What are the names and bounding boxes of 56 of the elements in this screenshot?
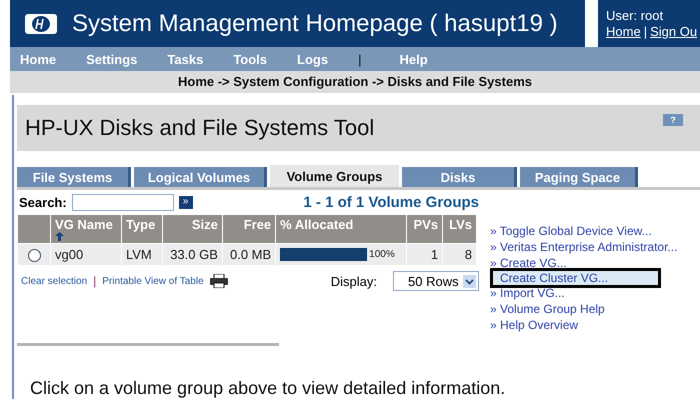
info-text: Click on a volume group above to view detailed information.	[29, 378, 506, 399]
help-button[interactable]: ?	[663, 114, 683, 126]
page-title: HP-UX Disks and File Systems Tool	[25, 115, 374, 141]
search-field[interactable]	[72, 194, 174, 210]
action-link[interactable]: Create Cluster VG...	[490, 268, 661, 288]
column-header[interactable]: PVs	[407, 215, 442, 243]
user-label: User: root	[606, 8, 664, 23]
search-label: Search:	[19, 194, 67, 210]
table-cell: vg00	[51, 244, 121, 266]
percent-label: 100%	[369, 249, 395, 260]
column-header[interactable]: LVs	[443, 215, 476, 243]
link-separator: |	[644, 24, 648, 39]
action-link[interactable]: » Help Overview	[490, 317, 678, 333]
table-cell: 33.0 GB	[162, 244, 222, 266]
tab[interactable]: Disks	[402, 167, 517, 187]
header-cell	[18, 215, 50, 243]
sign-out-link[interactable]: Sign Ou	[650, 24, 698, 39]
action-link[interactable]: » Toggle Global Device View...	[490, 223, 678, 239]
tab[interactable]: File Systems	[17, 167, 131, 187]
action-link[interactable]: » Create VG...	[490, 255, 678, 271]
tab[interactable]: Volume Groups	[270, 165, 399, 187]
row-radio[interactable]	[28, 249, 41, 262]
logo-icon	[24, 12, 58, 34]
action-link[interactable]: » Volume Group Help	[490, 301, 678, 317]
menu-item[interactable]: Tasks	[167, 52, 204, 66]
table-cell: 8	[443, 244, 476, 266]
menu-item[interactable]: Logs	[297, 52, 328, 66]
column-header[interactable]: % Allocated	[276, 215, 406, 243]
result-count: 1 - 1 of 1 Volume Groups	[303, 194, 479, 210]
tab[interactable]: Logical Volumes	[134, 167, 267, 187]
tab[interactable]: Paging Space	[520, 167, 638, 187]
sort-arrow-icon[interactable]	[55, 232, 64, 241]
menu-item[interactable]: Home	[20, 52, 56, 66]
display-label: Display:	[330, 274, 377, 289]
rows-dropdown[interactable]: 50 Rows	[393, 271, 479, 292]
table-cell: 0.0 MB	[222, 244, 276, 266]
menu-item[interactable]: Tools	[233, 52, 268, 66]
action-link[interactable]: » Import VG...	[490, 285, 678, 301]
column-header[interactable]: Free	[222, 215, 276, 243]
column-header[interactable]: VG Name	[51, 215, 121, 243]
clear-selection-link[interactable]: Clear selection	[21, 276, 88, 287]
column-header[interactable]: Size	[162, 215, 222, 243]
menu-item[interactable]: Help	[399, 52, 428, 66]
home-link[interactable]: Home	[606, 24, 641, 39]
table-cell: 1	[407, 244, 442, 266]
action-link[interactable]: » Veritas Enterprise Administrator...	[490, 239, 678, 255]
printer-icon[interactable]	[210, 274, 228, 288]
menu-separator: |	[358, 52, 362, 66]
table-cell: LVM	[122, 244, 162, 266]
breadcrumb: Home -> System Configuration -> Disks and File Systems	[10, 71, 700, 95]
app-title: System Management Homepage ( hasupt19 )	[72, 10, 558, 38]
column-header[interactable]: Type	[122, 215, 162, 243]
link-separator: |	[93, 274, 96, 288]
printable-view-link[interactable]: Printable View of Table	[102, 276, 204, 287]
go-button[interactable]: »	[178, 196, 193, 208]
menu-item[interactable]: Settings	[86, 52, 138, 66]
